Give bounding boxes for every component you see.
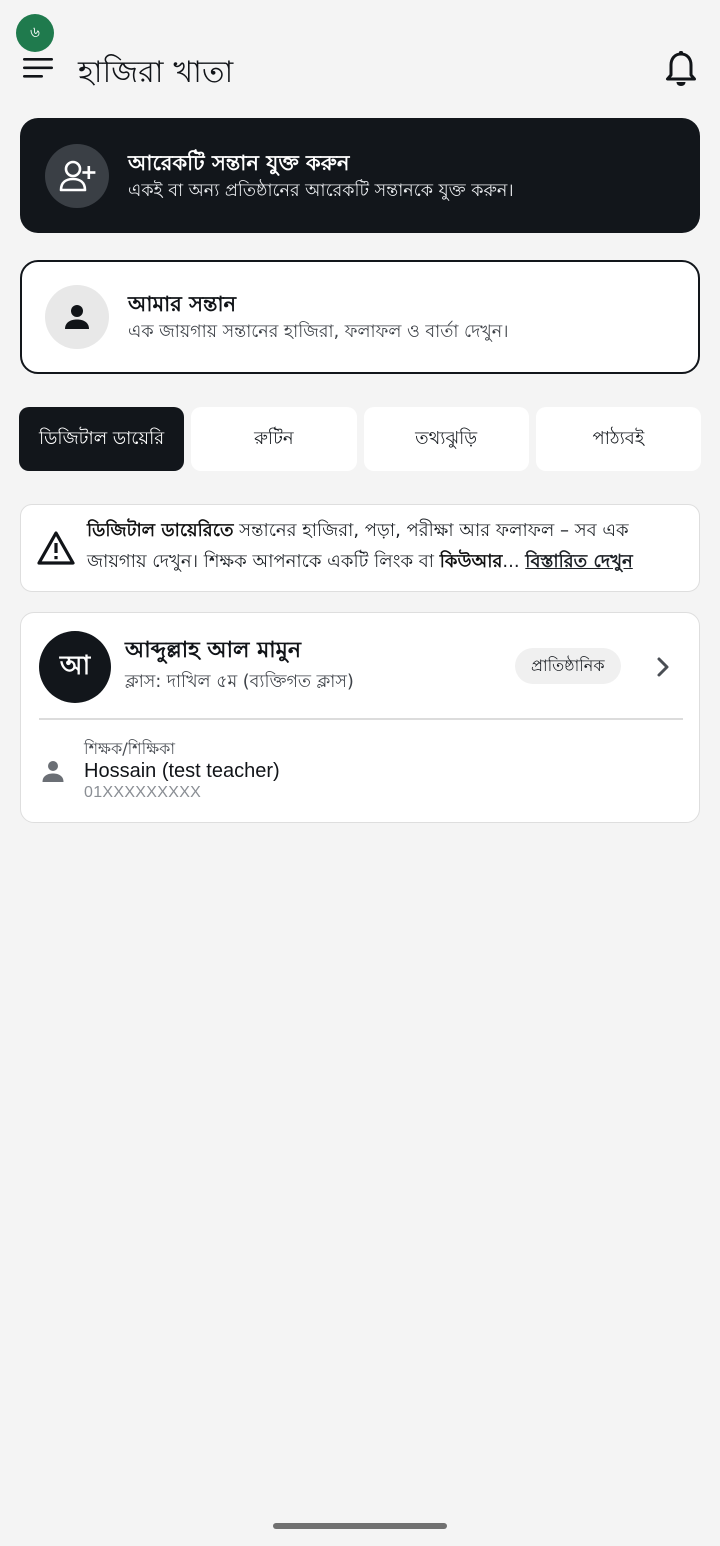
app-header: হাজিরা খাতা	[0, 40, 720, 96]
warning-icon	[37, 531, 75, 565]
add-child-subtitle: একই বা অন্য প্রতিষ্ঠানের আরেকটি সন্তানকে…	[128, 180, 514, 201]
notice-bold-qr: কিউআর	[439, 551, 503, 572]
app-title: হাজিরা খাতা	[78, 55, 234, 90]
add-person-icon-circle	[45, 143, 109, 208]
hamburger-menu-icon[interactable]	[22, 54, 54, 82]
teacher-phone: 01XXXXXXXXX	[84, 784, 202, 801]
student-class-info: ক্লাস: দাখিল ৫ম (ব্যক্তিগত ক্লাস)	[125, 672, 354, 692]
person-icon	[65, 305, 89, 329]
avatar-initial: আ	[59, 651, 91, 681]
teacher-label: শিক্ষক/শিক্ষিকা	[84, 739, 176, 758]
add-child-card[interactable]: আরেকটি সন্তান যুক্ত করুন একই বা অন্য প্র…	[20, 118, 700, 233]
my-children-subtitle: এক জায়গায় সন্তানের হাজিরা, ফলাফল ও বার…	[128, 322, 509, 342]
avatar: আ	[39, 631, 111, 703]
institution-badge-label: প্রাতিষ্ঠানিক	[531, 655, 605, 675]
tab-textbook[interactable]: পাঠ্যবই	[535, 407, 701, 471]
see-details-link[interactable]: বিস্তারিত দেখুন	[525, 551, 632, 572]
notice-ellipsis: ...	[502, 551, 526, 572]
tab-digital-diary[interactable]: ডিজিটাল ডায়েরি	[19, 407, 185, 471]
notice-bold-lead: ডিজিটাল ডায়েরিতে	[87, 520, 234, 541]
app-screen: ৬ হাজিরা খাতা আরেকটি সন্তান যুক্ত করুন এ…	[0, 0, 720, 1546]
my-children-card[interactable]: আমার সন্তান এক জায়গায় সন্তানের হাজিরা,…	[20, 260, 700, 374]
chevron-right-icon[interactable]	[653, 655, 673, 679]
home-indicator[interactable]	[273, 1523, 447, 1529]
my-children-title: আমার সন্তান	[128, 292, 237, 316]
section-tabs: ডিজিটাল ডায়েরি রুটিন তথ্যঝুড়ি পাঠ্যবই	[19, 407, 701, 471]
institution-badge: প্রাতিষ্ঠানিক	[515, 648, 621, 684]
diary-notice: ডিজিটাল ডায়েরিতে সন্তানের হাজিরা, পড়া,…	[20, 504, 700, 592]
teacher-name: Hossain (test teacher)	[84, 760, 280, 782]
bell-icon[interactable]	[664, 50, 698, 88]
teacher-person-icon	[42, 761, 64, 782]
tab-info-basket[interactable]: তথ্যঝুড়ি	[363, 407, 529, 471]
student-row[interactable]: আ আব্দুল্লাহ আল মামুন ক্লাস: দাখিল ৫ম (ব…	[21, 613, 699, 719]
student-card: আ আব্দুল্লাহ আল মামুন ক্লাস: দাখিল ৫ম (ব…	[20, 612, 700, 823]
notice-text: ডিজিটাল ডায়েরিতে সন্তানের হাজিরা, পড়া,…	[87, 515, 693, 577]
divider	[39, 718, 683, 720]
tab-routine[interactable]: রুটিন	[191, 407, 357, 471]
person-icon-circle	[45, 285, 109, 349]
add-person-icon	[59, 160, 96, 191]
student-name: আব্দুল্লাহ আল মামুন	[125, 638, 302, 663]
add-child-title: আরেকটি সন্তান যুক্ত করুন	[128, 150, 350, 175]
